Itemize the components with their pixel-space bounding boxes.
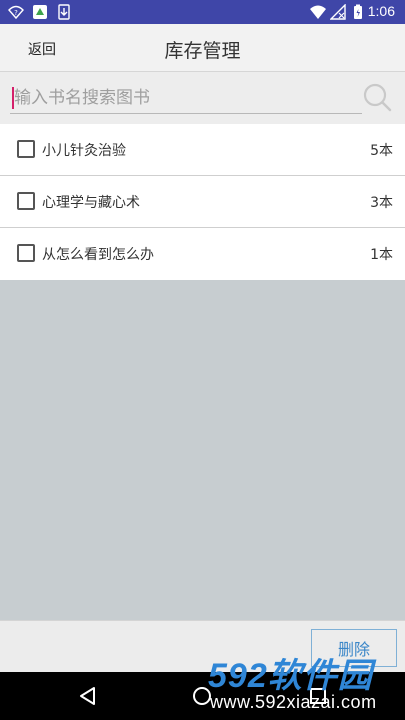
search-icon[interactable] xyxy=(362,82,392,112)
search-bar xyxy=(0,72,405,124)
book-title: 心理学与藏心术 xyxy=(42,195,140,211)
app-notification-icon xyxy=(33,5,47,19)
search-input[interactable] xyxy=(10,82,362,114)
watermark-url: www.592xiazai.com xyxy=(210,692,377,712)
download-icon xyxy=(58,4,70,20)
list-item[interactable]: 小儿针灸治验 5本 xyxy=(0,124,405,176)
book-count: 3本 xyxy=(370,195,393,211)
svg-text:?: ? xyxy=(14,9,18,17)
watermark: 592软件园 www.592xiazai.com xyxy=(200,646,405,720)
back-icon[interactable] xyxy=(78,686,98,706)
watermark-logo: 592软件园 xyxy=(208,657,373,695)
book-count: 5本 xyxy=(370,143,393,159)
battery-icon xyxy=(354,4,362,19)
list-item[interactable]: 心理学与藏心术 3本 xyxy=(0,176,405,228)
wifi-question-icon: ? xyxy=(8,5,24,20)
clock: 1:06 xyxy=(367,3,395,19)
status-bar: ? 1:06 xyxy=(0,0,405,24)
select-checkbox[interactable] xyxy=(17,140,35,158)
book-list: 小儿针灸治验 5本 心理学与藏心术 3本 从怎么看到怎么办 1本 xyxy=(0,124,405,280)
no-signal-icon xyxy=(330,4,346,20)
wifi-icon xyxy=(310,5,326,19)
app-header: 返回 库存管理 xyxy=(0,24,405,72)
text-cursor xyxy=(12,87,14,109)
book-title: 小儿针灸治验 xyxy=(42,143,126,159)
list-item[interactable]: 从怎么看到怎么办 1本 xyxy=(0,228,405,280)
page-title: 库存管理 xyxy=(164,40,241,62)
book-title: 从怎么看到怎么办 xyxy=(42,247,154,263)
select-checkbox[interactable] xyxy=(17,192,35,210)
book-count: 1本 xyxy=(370,247,393,263)
select-checkbox[interactable] xyxy=(17,244,35,262)
